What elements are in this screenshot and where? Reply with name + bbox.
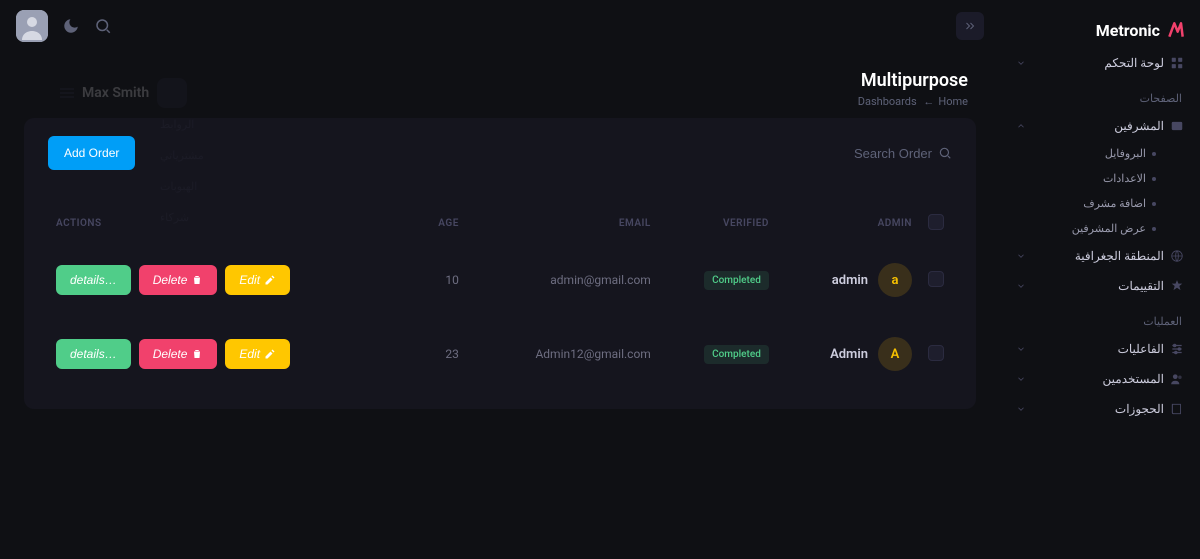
sidebar-item-dashboard[interactable]: لوحة التحكم [1000,48,1200,78]
cell-age: 23 [413,317,466,391]
book-icon [1170,402,1184,416]
sidebar-toggle[interactable] [956,12,984,40]
cell-verified: Completed [659,317,777,391]
status-badge: Completed [704,271,769,290]
id-card-icon [1170,119,1184,133]
search-input[interactable] [812,146,932,161]
sidebar-sub-item[interactable]: اضافة مشرف [1000,191,1172,216]
brand[interactable]: Metronic [1000,12,1200,48]
moon-icon[interactable] [62,17,80,35]
sidebar-item-label: لوحة التحكم [1104,56,1164,70]
crumb-dashboards[interactable]: Dashboards [858,95,917,108]
sidebar-sub-item[interactable]: عرض المشرفين [1000,216,1172,241]
brand-name: Metronic [1096,21,1160,40]
sidebar-item-label: المشرفين [1114,119,1164,133]
search-icon [938,146,952,160]
sidebar-item-label: الفاعليات [1118,342,1164,356]
chevron-down-icon [1016,344,1026,354]
col-email: EMAIL [467,204,659,243]
crumb-home[interactable]: Home [938,95,968,108]
row-checkbox[interactable] [928,345,944,361]
search-icon[interactable] [94,17,112,35]
sliders-icon [1170,342,1184,356]
delete-button[interactable]: Delete [139,265,218,295]
delete-button[interactable]: Delete [139,339,218,369]
chevron-down-icon [1016,374,1026,384]
details-button[interactable]: details… [56,339,131,369]
add-order-button[interactable]: Add Order [48,136,135,170]
table-row: details… DeleteEdit 23Admin12@gmail.com Com… [48,317,952,391]
edit-button[interactable]: Edit [225,339,290,369]
cell-verified: Completed [659,243,777,317]
chevron-down-icon [1016,251,1026,261]
table-row: details… DeleteEdit 10admin@gmail.com Compl… [48,243,952,317]
cell-age: 10 [413,243,466,317]
star-icon [1170,279,1184,293]
row-checkbox[interactable] [928,271,944,287]
sidebar-item-users[interactable]: المستخدمين [1000,364,1200,394]
ghost-user-avatar [157,78,187,108]
avatar: A [878,337,912,371]
col-actions: ACTIONS [48,204,413,243]
ghost-user-overlay: Max Smith الروابط مشترياتي الهبوبات شركا… [60,78,187,108]
sidebar-item-bookings[interactable]: الحجوزات [1000,394,1200,424]
bullet-icon [1152,152,1156,156]
details-button[interactable]: details… [56,265,131,295]
sidebar-item-label: البروفايل [1105,147,1146,160]
sidebar-item-label: عرض المشرفين [1072,222,1146,235]
sidebar-item-supervisors[interactable]: المشرفين [1000,111,1200,141]
globe-icon [1170,249,1184,263]
col-age: AGE [413,204,466,243]
section-pages: الصفحات [1000,78,1200,111]
sidebar-sub-item[interactable]: الاعدادات [1000,166,1172,191]
crumb-arrow: ← [923,95,934,108]
sidebar-item-label: التقييمات [1118,279,1164,293]
sidebar-item-label: الاعدادات [1103,172,1146,185]
chevron-down-icon [1016,281,1026,291]
brand-logo-icon [1166,20,1186,40]
sidebar-item-ratings[interactable]: التقييمات [1000,271,1200,301]
ghost-links: الروابط مشترياتي الهبوبات شركاء [160,118,204,224]
cell-email: Admin12@gmail.com [467,317,659,391]
sidebar-item-label: اضافة مشرف [1083,197,1146,210]
avatar: a [878,263,912,297]
cell-email: admin@gmail.com [467,243,659,317]
cell-admin: admin [832,273,868,288]
topbar [0,0,1000,52]
chevron-down-icon [1016,58,1026,68]
col-admin: ADMIN [777,204,920,243]
sidebar-sub-item[interactable]: البروفايل [1000,141,1172,166]
sidebar: Metronic لوحة التحكم الصفحات المشرفين ال… [1000,0,1200,559]
bullet-icon [1152,177,1156,181]
page-title: Multipurpose [858,70,968,91]
status-badge: Completed [704,345,769,364]
grid-icon [1170,56,1184,70]
cell-admin: Admin [830,347,868,362]
ghost-user-name: Max Smith [82,85,149,101]
sidebar-item-label: المستخدمين [1103,372,1164,386]
sidebar-item-geo[interactable]: المنطقة الجغرافية [1000,241,1200,271]
bullet-icon [1152,202,1156,206]
edit-button[interactable]: Edit [225,265,290,295]
sidebar-item-label: الحجوزات [1115,402,1164,416]
bullet-icon [1152,227,1156,231]
chevron-down-icon [1016,404,1026,414]
sidebar-item-label: المنطقة الجغرافية [1075,249,1164,263]
users-icon [1170,372,1184,386]
user-avatar[interactable] [16,10,48,42]
chevron-up-icon [1016,121,1026,131]
col-verified: VERIFIED [659,204,777,243]
breadcrumb: Dashboards ← Home [858,95,968,108]
sidebar-item-events[interactable]: الفاعليات [1000,334,1200,364]
section-operations: العمليات [1000,301,1200,334]
search-wrap [812,146,952,161]
orders-table: ACTIONS AGE EMAIL VERIFIED ADMIN details… [48,204,952,391]
select-all-checkbox[interactable] [928,214,944,230]
